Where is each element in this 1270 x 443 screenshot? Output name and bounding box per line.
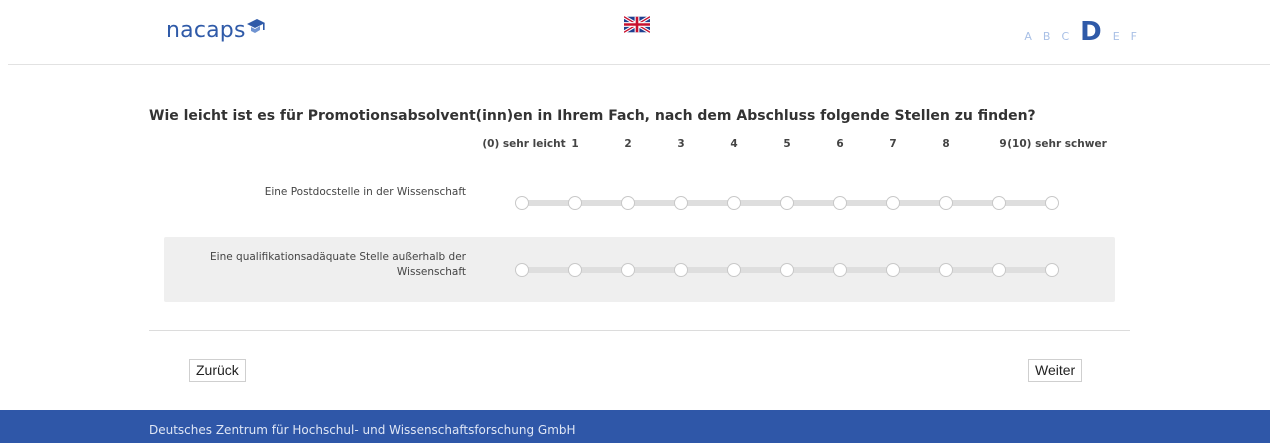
radio-5[interactable] [780, 263, 794, 277]
radio-9[interactable] [992, 263, 1006, 277]
question-text: Wie leicht ist es für Promotionsabsolven… [149, 108, 1036, 124]
uk-flag-icon[interactable] [624, 16, 650, 33]
scale-label-7: 7 [889, 138, 897, 150]
step-f: F [1130, 30, 1138, 43]
scale-label-2: 2 [624, 138, 632, 150]
item-label-postdoc: Eine Postdocstelle in der Wissenschaft [264, 186, 466, 198]
scale-label-1: 1 [571, 138, 579, 150]
logo-text: nacaps [166, 18, 246, 43]
footer-text: Deutsches Zentrum für Hochschul- und Wis… [149, 423, 576, 437]
radio-10[interactable] [1045, 263, 1059, 277]
radio-6[interactable] [833, 263, 847, 277]
radio-3[interactable] [674, 263, 688, 277]
radio-5[interactable] [780, 196, 794, 210]
radio-2[interactable] [621, 196, 635, 210]
item-row-outside-academia: Eine qualifikationsadäquate Stelle außer… [164, 237, 1115, 302]
radio-0[interactable] [515, 263, 529, 277]
radio-8[interactable] [939, 263, 953, 277]
radio-9[interactable] [992, 196, 1006, 210]
graduation-cap-icon [246, 19, 265, 33]
radio-0[interactable] [515, 196, 529, 210]
radio-8[interactable] [939, 196, 953, 210]
header-divider [8, 64, 1270, 65]
radio-7[interactable] [886, 196, 900, 210]
back-button[interactable]: Zurück [189, 359, 246, 382]
scale-label-3: 3 [677, 138, 685, 150]
radio-2[interactable] [621, 263, 635, 277]
scale-label-10: (10) sehr schwer [1007, 138, 1107, 150]
scale-label-6: 6 [836, 138, 844, 150]
section-divider [149, 330, 1130, 331]
scale-label-8: 8 [942, 138, 950, 150]
radio-10[interactable] [1045, 196, 1059, 210]
step-e: E [1112, 30, 1121, 43]
radio-6[interactable] [833, 196, 847, 210]
item-row-postdoc: Eine Postdocstelle in der Wissenschaft [164, 170, 1115, 234]
radio-7[interactable] [886, 263, 900, 277]
radio-1[interactable] [568, 263, 582, 277]
header: nacaps A B C D E F [0, 0, 1270, 65]
item-label-outside-academia: Eine qualifikationsadäquate Stelle außer… [210, 251, 466, 278]
radio-4[interactable] [727, 263, 741, 277]
scale-label-0: (0) sehr leicht [482, 138, 566, 150]
step-c: C [1061, 30, 1071, 43]
scale-labels: (0) sehr leicht 1 2 3 4 5 6 7 8 9 (10) s… [0, 138, 1270, 154]
progress-steps: A B C D E F [1024, 19, 1138, 45]
scale-label-5: 5 [783, 138, 791, 150]
scale-label-4: 4 [730, 138, 738, 150]
scale-label-9: 9 [999, 138, 1007, 150]
radio-4[interactable] [727, 196, 741, 210]
radio-1[interactable] [568, 196, 582, 210]
step-a: A [1024, 30, 1033, 43]
step-d-active: D [1080, 17, 1103, 47]
nacaps-logo: nacaps [166, 18, 266, 44]
radio-3[interactable] [674, 196, 688, 210]
step-b: B [1042, 30, 1052, 43]
footer: Deutsches Zentrum für Hochschul- und Wis… [0, 410, 1270, 443]
next-button[interactable]: Weiter [1028, 359, 1083, 382]
